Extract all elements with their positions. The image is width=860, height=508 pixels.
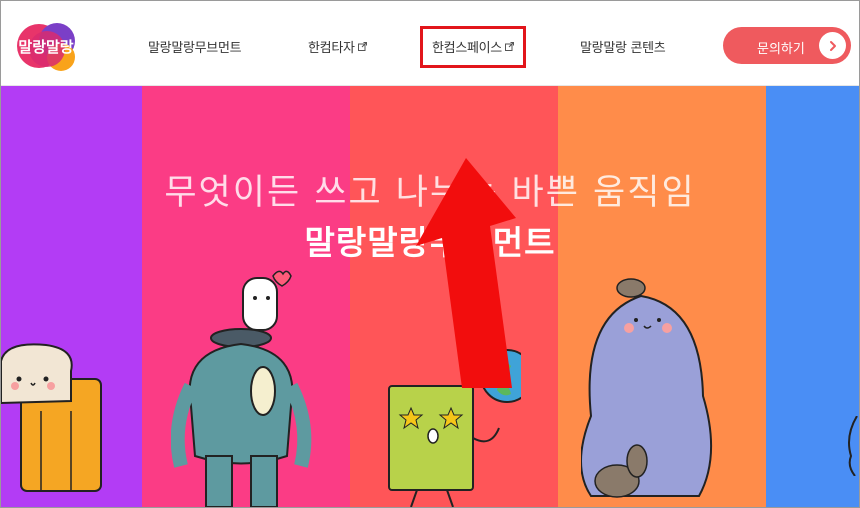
- hero-banner: 무엇이든 쓰고 나누는 바쁜 움직임 말랑말랑무브먼트: [1, 86, 859, 507]
- nav-item-label: 말랑말랑 콘텐츠: [580, 41, 666, 56]
- character-partial-illustration: [848, 416, 858, 476]
- character-robot-illustration: [171, 270, 312, 507]
- character-toast-illustration: [1, 343, 102, 492]
- browser-viewport: 말랑말랑 말랑말랑무브먼트 한컴타자 한컴스페이스 말랑말랑 콘텐츠 문의하기: [0, 0, 860, 508]
- highlight-box: [420, 26, 526, 68]
- nav-item-malang-contents[interactable]: 말랑말랑 콘텐츠: [580, 37, 666, 56]
- contact-button-label: 문의하기: [757, 42, 805, 57]
- nav-item-malang-movement[interactable]: 말랑말랑무브먼트: [148, 37, 242, 56]
- site-logo[interactable]: 말랑말랑: [11, 19, 81, 73]
- chevron-right-icon: [819, 32, 846, 59]
- nav-item-label: 한컴타자: [308, 41, 355, 56]
- annotation-arrow-icon: [416, 158, 516, 388]
- nav-item-hancom-taja[interactable]: 한컴타자: [308, 37, 367, 56]
- external-link-icon: [357, 42, 367, 51]
- character-blob-illustration: [581, 278, 713, 498]
- contact-button[interactable]: 문의하기: [723, 27, 851, 64]
- logo-text: 말랑말랑: [18, 38, 73, 56]
- nav-item-label: 말랑말랑무브먼트: [148, 41, 242, 56]
